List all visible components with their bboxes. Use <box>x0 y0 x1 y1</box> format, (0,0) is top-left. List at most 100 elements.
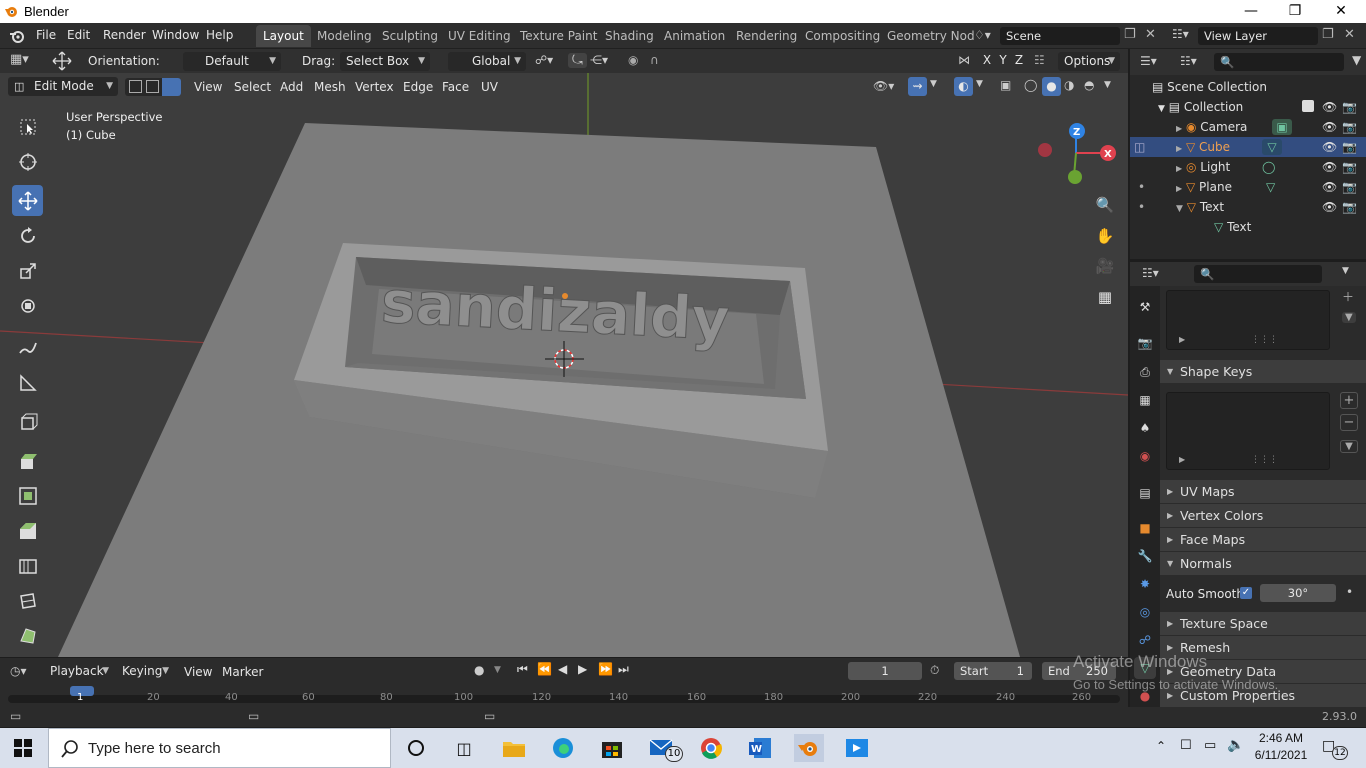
app-button[interactable] <box>842 734 872 762</box>
outliner-collection[interactable]: ▼ ▤ Collection 👁 📷 <box>1130 97 1366 117</box>
tab-geometry-nodes[interactable]: Geometry Nod <box>880 25 982 47</box>
timeline-scrollbar[interactable] <box>8 695 1120 703</box>
move-tool[interactable] <box>12 185 43 216</box>
timeline-marker-menu[interactable]: Marker <box>222 665 263 679</box>
mirror-x-toggle[interactable]: X <box>980 53 994 67</box>
tab-texture-paint[interactable]: Texture Paint <box>513 25 604 47</box>
taskbar-date[interactable]: 6/11/2021 <box>1252 748 1310 762</box>
auto-smooth-angle-field[interactable]: 30° <box>1260 584 1336 602</box>
outliner-item-text[interactable]: • ▼ ▽ Text 👁 📷 <box>1130 197 1366 217</box>
menu-mesh[interactable]: Mesh <box>314 80 346 94</box>
render-properties-tab[interactable]: 📷 <box>1134 332 1156 354</box>
menu-window[interactable]: Window <box>152 28 199 42</box>
menu-help[interactable]: Help <box>206 28 233 42</box>
mesh-data-icon[interactable]: ▽ <box>1266 177 1275 197</box>
camera-data-icon[interactable]: ▣ <box>1272 119 1292 135</box>
tab-compositing[interactable]: Compositing <box>798 25 887 47</box>
jump-end-icon[interactable]: ⏭ <box>618 662 629 677</box>
tab-sculpting[interactable]: Sculpting <box>375 25 445 47</box>
add-cube-tool[interactable] <box>12 406 43 437</box>
stopwatch-icon[interactable]: ⏱ <box>930 663 939 678</box>
tab-animation[interactable]: Animation <box>657 25 732 47</box>
tab-rendering[interactable]: Rendering <box>729 25 804 47</box>
tray-chevron-icon[interactable]: ⌃ <box>1156 739 1166 753</box>
keying-menu[interactable]: Keying ▼ <box>116 662 174 681</box>
render-camera-icon[interactable]: 📷 <box>1342 97 1357 117</box>
taskbar-search-box[interactable]: Type here to search <box>48 728 391 768</box>
menu-vertex[interactable]: Vertex <box>355 80 394 94</box>
orientation-dropdown[interactable]: Default ▼ <box>183 52 281 71</box>
ortho-toggle-button[interactable]: ▦ <box>1093 285 1117 309</box>
inset-tool[interactable] <box>12 480 43 511</box>
bevel-tool[interactable] <box>12 515 43 546</box>
eye-icon[interactable]: 👁 <box>1322 177 1337 197</box>
mode-dropdown[interactable]: ◫ Edit Mode ▼ <box>8 77 118 96</box>
loop-cut-tool[interactable] <box>12 550 43 581</box>
proportional-edit-icon[interactable]: ◉ <box>628 53 638 67</box>
poly-build-tool[interactable] <box>12 620 43 651</box>
world-properties-tab[interactable]: ◉ <box>1134 445 1156 467</box>
minimize-button[interactable]: — <box>1228 0 1274 23</box>
tab-layout[interactable]: Layout <box>256 25 311 47</box>
current-frame-field[interactable]: 1 <box>848 662 922 680</box>
light-data-icon[interactable]: ◯ <box>1262 157 1275 177</box>
select-box-tool[interactable] <box>12 111 43 142</box>
menu-view[interactable]: View <box>194 80 222 94</box>
mail-button[interactable]: 10 <box>647 734 683 762</box>
timeline-editor-icon[interactable]: ◷▾ <box>10 664 27 678</box>
auto-smooth-checkbox[interactable]: ✓ <box>1240 587 1252 599</box>
mirror-z-toggle[interactable]: Z <box>1012 53 1026 67</box>
dot-icon[interactable]: • <box>1138 197 1145 217</box>
tool-properties-tab[interactable]: ⚒ <box>1134 296 1156 318</box>
keyframe-dot-icon[interactable]: • <box>1346 585 1353 599</box>
render-camera-icon[interactable]: 📷 <box>1342 117 1357 137</box>
snap-target-icon[interactable]: ⋲▾ <box>590 53 608 67</box>
eye-icon[interactable]: 👁 <box>1322 157 1337 177</box>
collection-checkbox[interactable] <box>1302 100 1314 112</box>
scale-tool[interactable] <box>12 255 43 286</box>
store-button[interactable] <box>597 734 627 762</box>
file-explorer-button[interactable] <box>499 734 529 762</box>
remove-shape-key-button[interactable]: − <box>1340 414 1358 431</box>
modifier-properties-tab[interactable]: 🔧 <box>1134 545 1156 567</box>
overlay-dropdown-icon[interactable]: ▼ <box>976 79 983 89</box>
pivot-point-icon[interactable]: ☍▾ <box>535 53 553 67</box>
timeline-view-menu[interactable]: View <box>184 665 212 679</box>
particles-properties-tab[interactable]: ✸ <box>1134 573 1156 595</box>
shape-key-menu-button[interactable]: ▼ <box>1340 440 1358 453</box>
blender-menu-icon[interactable] <box>9 28 25 44</box>
render-camera-icon[interactable]: 📷 <box>1342 157 1357 177</box>
gizmo-dropdown-icon[interactable]: ▼ <box>930 79 937 89</box>
measure-tool[interactable] <box>12 367 43 398</box>
jump-start-icon[interactable]: ⏮ <box>517 662 528 677</box>
panel-shape-keys[interactable]: ▼ Shape Keys <box>1160 360 1366 383</box>
word-button[interactable]: W <box>745 734 775 762</box>
resize-handle-icon[interactable]: ⋮⋮⋮ <box>1251 455 1278 465</box>
drag-dropdown[interactable]: Select Box ▼ <box>340 52 430 71</box>
camera-view-button[interactable]: 🎥 <box>1093 254 1117 278</box>
notification-center-button[interactable]: □ 12 <box>1322 738 1348 760</box>
rotate-tool[interactable] <box>12 220 43 251</box>
vertex-groups-list[interactable]: ▶ ⋮⋮⋮ <box>1166 290 1330 350</box>
falloff-icon[interactable]: ∩ <box>650 53 659 67</box>
mesh-data-icon[interactable]: ▽ <box>1262 139 1282 155</box>
mirror-icon[interactable]: ⋈ <box>958 53 970 67</box>
play-icon[interactable]: ▶ <box>578 662 587 676</box>
object-properties-tab[interactable]: ■ <box>1134 517 1156 539</box>
properties-search-input[interactable]: 🔍 <box>1194 265 1322 283</box>
transform-orientation-dropdown[interactable]: Global ▼ <box>448 52 526 71</box>
editor-type-icon[interactable]: ▦▾ <box>10 52 29 67</box>
playback-menu[interactable]: Playback ▼ <box>44 662 114 681</box>
menu-edit[interactable]: Edit <box>67 28 90 42</box>
rendered-shading-icon[interactable]: ◓ <box>1084 78 1094 92</box>
gizmo-toggle-icon[interactable]: ⇝ <box>908 77 927 96</box>
add-icon[interactable]: ＋ <box>1342 288 1354 305</box>
auto-keying-icon[interactable]: ● <box>474 663 484 677</box>
menu-face[interactable]: Face <box>442 80 469 94</box>
options-dropdown[interactable]: Options ▼ <box>1058 52 1120 71</box>
outliner-item-light[interactable]: ▶ ◎ Light ◯ 👁 📷 <box>1130 157 1366 177</box>
outliner-item-plane[interactable]: • ▶ ▽ Plane ▽ 👁 📷 <box>1130 177 1366 197</box>
edge-browser-button[interactable] <box>548 734 578 762</box>
network-icon[interactable]: ☐ <box>1180 738 1192 753</box>
tab-modeling[interactable]: Modeling <box>310 25 379 47</box>
